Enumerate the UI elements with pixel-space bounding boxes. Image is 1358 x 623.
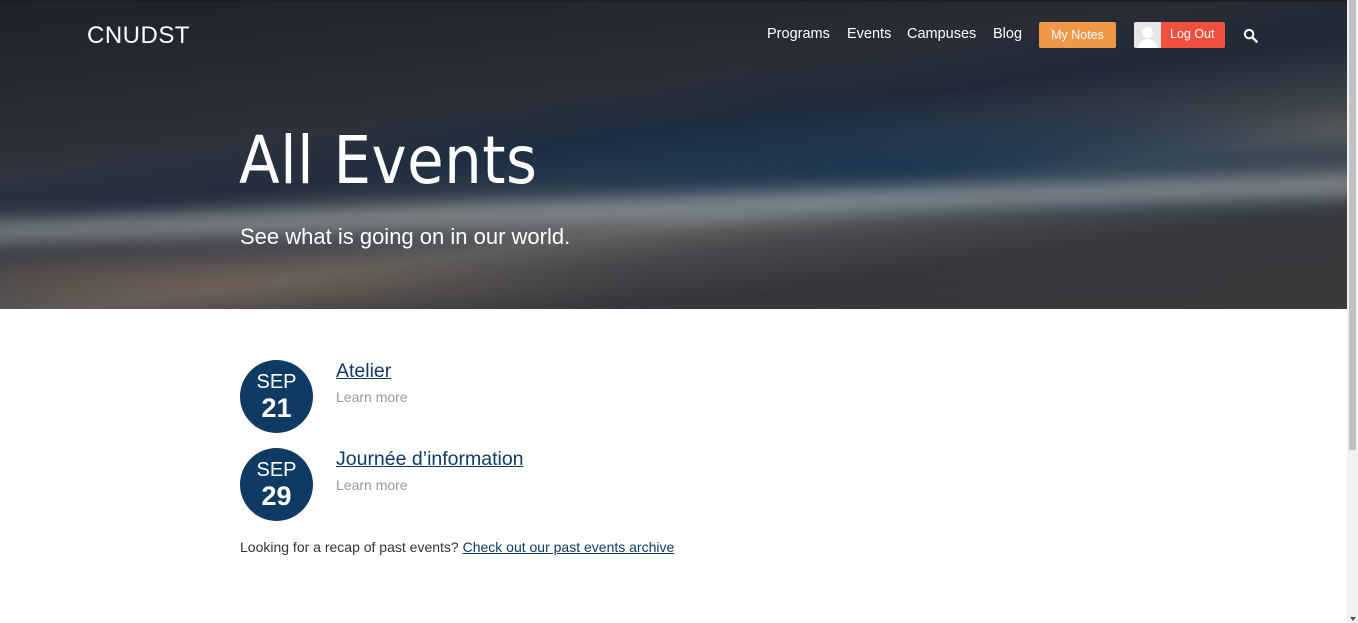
nav-item-blog[interactable]: Blog	[993, 26, 1022, 42]
past-events-recap: Looking for a recap of past events? Chec…	[240, 539, 674, 555]
search-icon[interactable]	[1243, 28, 1258, 43]
event-month: SEP	[256, 459, 297, 481]
nav-item-programs[interactable]: Programs	[767, 26, 830, 42]
logout-label: Log Out	[1170, 27, 1215, 41]
nav-item-events[interactable]: Events	[847, 26, 891, 42]
event-title-link[interactable]: Atelier	[336, 360, 391, 383]
site-header: CNUDST Programs Events Campuses Blog My …	[0, 2, 1347, 72]
recap-text: Looking for a recap of past events?	[240, 539, 459, 555]
event-learn-more-link[interactable]: Learn more	[336, 477, 408, 493]
past-events-archive-link[interactable]: Check out our past events archive	[463, 539, 675, 555]
logout-button[interactable]: Log Out	[1134, 22, 1225, 48]
scrollbar-thumb[interactable]	[1349, 0, 1356, 450]
event-item: SEP 29 Journée d’information Learn more	[240, 448, 840, 524]
page-title: All Events	[239, 122, 538, 199]
event-title-link[interactable]: Journée d’information	[336, 448, 524, 471]
main-nav: Programs Events Campuses Blog My Notes L…	[0, 22, 1347, 50]
event-month: SEP	[256, 371, 297, 393]
event-item: SEP 21 Atelier Learn more	[240, 360, 840, 436]
scroll-down-arrow-icon[interactable]	[1350, 617, 1356, 621]
hero-background-sand	[0, 242, 660, 309]
page-scrollbar[interactable]	[1347, 0, 1358, 623]
event-date-badge: SEP 21	[240, 360, 313, 433]
nav-item-campuses[interactable]: Campuses	[907, 26, 976, 42]
my-notes-button[interactable]: My Notes	[1039, 22, 1116, 48]
event-date-badge: SEP 29	[240, 448, 313, 521]
user-avatar-icon	[1134, 22, 1161, 48]
event-learn-more-link[interactable]: Learn more	[336, 389, 408, 405]
event-day: 21	[261, 393, 292, 423]
event-day: 29	[261, 481, 292, 511]
hero-banner: CNUDST Programs Events Campuses Blog My …	[0, 0, 1347, 309]
page-subtitle: See what is going on in our world.	[240, 224, 571, 249]
